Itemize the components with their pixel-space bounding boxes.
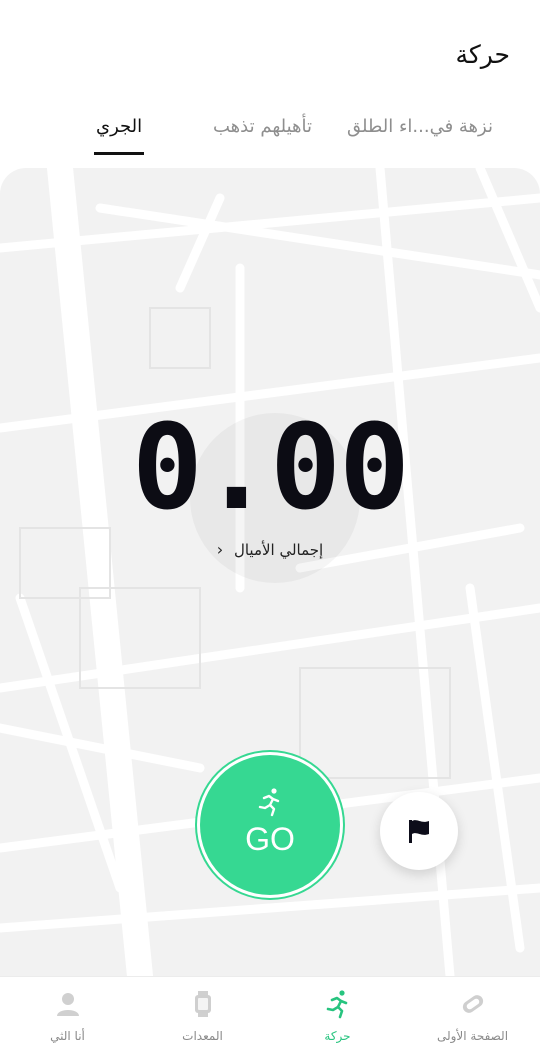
total-miles-label: إجمالي الأميال [233,541,324,559]
total-miles-link[interactable]: إجمالي الأميال ‹ [0,540,540,559]
active-tab-indicator [94,152,144,155]
map-view[interactable]: 0.00 إجمالي الأميال ‹ GO [0,168,540,976]
tab-rehab-walk[interactable]: تأهيلهم تذهب [213,116,312,137]
tab-running[interactable]: الجري [96,116,142,137]
flag-icon [409,820,429,843]
profile-icon [57,993,79,1016]
go-button[interactable]: GO [200,755,340,895]
page-title: حركة [455,40,510,69]
home-icon [462,995,484,1013]
chevron-left-icon: ‹ [216,540,224,559]
activity-tabs: الجري تأهيلهم تذهب نزهة في...اء الطلق [0,108,540,158]
bottom-navigation: الصفحة الأولى حركة المعدات أنا الثي [0,976,540,1058]
nav-devices-label: المعدات [182,1029,223,1043]
nav-devices[interactable]: المعدات [135,977,270,1058]
nav-activity-label: حركة [324,1029,351,1043]
nav-profile-label: أنا الثي [50,1029,85,1043]
distance-value: 0.00 [131,398,410,536]
nav-profile[interactable]: أنا الثي [0,977,135,1058]
watch-icon [195,991,211,1017]
flag-button[interactable] [380,792,458,870]
tab-outdoor-walk[interactable]: نزهة في...اء الطلق [347,116,493,137]
nav-activity[interactable]: حركة [270,977,405,1058]
go-label: GO [245,820,295,857]
running-icon [326,990,348,1019]
nav-home[interactable]: الصفحة الأولى [405,977,540,1058]
nav-home-label: الصفحة الأولى [436,1029,509,1043]
running-person-icon [258,787,280,816]
